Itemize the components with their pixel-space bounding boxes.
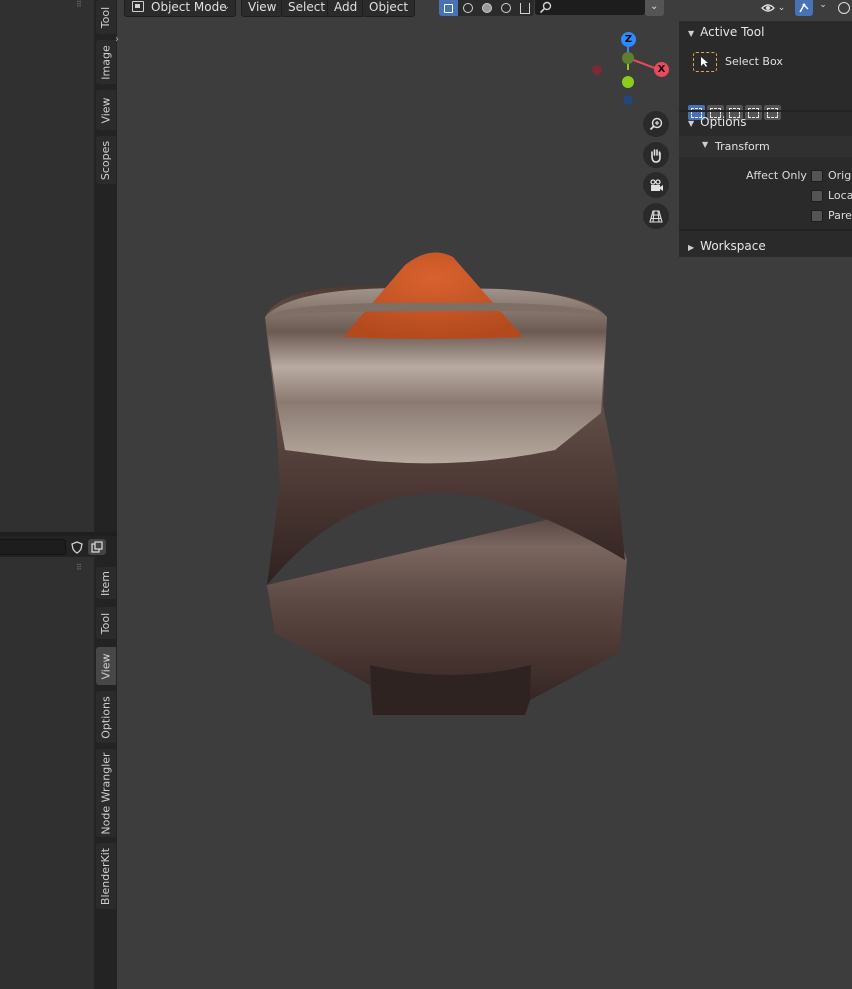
panel-divider	[679, 110, 852, 112]
gizmo-icon	[799, 3, 809, 13]
shading-render-button[interactable]	[515, 0, 534, 16]
left-editor-bottom	[0, 557, 94, 989]
tab-blenderkit[interactable]: BlenderKit	[96, 843, 116, 909]
tab-scopes[interactable]: Scopes	[96, 136, 116, 184]
camera-icon[interactable]	[643, 172, 669, 198]
bucket-icon	[519, 2, 530, 14]
area-grip-icon[interactable]: ⠿	[76, 563, 83, 572]
overlay-icon	[838, 2, 850, 14]
shading-options-button[interactable]: ⌄	[645, 0, 664, 16]
mode-select[interactable]: Object Mode ⌄	[124, 0, 236, 17]
affect-origins-checkbox[interactable]	[811, 170, 823, 182]
zoom-icon[interactable]	[643, 111, 669, 137]
vertex-select-icon	[444, 3, 453, 13]
object-mode-icon	[132, 1, 144, 12]
triangle-down-icon: ▼	[688, 29, 695, 38]
chevron-down-icon: ⌄	[650, 1, 659, 12]
chevron-down-icon[interactable]: ⌄	[815, 0, 831, 16]
pot-model[interactable]	[255, 245, 635, 720]
overlay-button[interactable]	[836, 0, 852, 16]
tab-tool[interactable]: Tool	[96, 0, 116, 34]
affect-only-label: Affect Only	[746, 169, 807, 182]
shading-wireframe-button[interactable]	[458, 0, 477, 16]
grid-perspective-icon[interactable]	[643, 203, 669, 229]
tab-item[interactable]: Item	[96, 567, 116, 599]
panel-active-tool-header[interactable]: ▼ Active Tool	[679, 25, 852, 42]
panel-divider	[679, 229, 852, 231]
sphere-icon	[481, 3, 492, 13]
shading-solid-button[interactable]	[477, 0, 496, 16]
select-box-tool-icon[interactable]	[693, 52, 717, 72]
tab-options[interactable]: Options	[96, 691, 116, 743]
tool-name-label: Select Box	[725, 55, 783, 68]
eye-icon	[760, 4, 775, 12]
sphere-icon	[462, 3, 473, 13]
left-top-sidebar-tabs: Tool Image View Scopes	[94, 0, 117, 532]
sidebar-n-panel: ▼ Active Tool Select Box ▼ Options ▼ Trans…	[679, 21, 852, 257]
menu-object[interactable]: Object	[362, 0, 416, 17]
select-mode-button[interactable]	[439, 0, 458, 16]
menu-select[interactable]: Select	[281, 0, 333, 17]
menu-add[interactable]: Add	[327, 0, 365, 17]
panel-options-header[interactable]: ▼ Options	[679, 115, 852, 132]
search-input[interactable]	[0, 539, 66, 555]
tab-tool[interactable]: Tool	[96, 607, 116, 639]
shield-icon[interactable]	[69, 539, 85, 555]
menu-view[interactable]: View	[241, 0, 284, 17]
tab-node-wrangler[interactable]: Node Wrangler	[96, 749, 116, 837]
triangle-right-icon: ▶	[688, 243, 695, 252]
triangle-down-icon: ▼	[688, 119, 695, 128]
tab-view[interactable]: View	[96, 90, 116, 130]
gizmo-x-axis[interactable]: X	[654, 62, 669, 77]
subpanel-transform-header[interactable]: ▼ Transform	[679, 136, 852, 157]
chevron-down-icon: ⌄	[222, 2, 230, 12]
toolbar-expand-icon[interactable]: ›	[115, 34, 119, 45]
triangle-down-icon: ▼	[702, 140, 709, 149]
affect-locations-checkbox[interactable]	[811, 190, 823, 202]
visibility-dropdown[interactable]: ⌄	[757, 0, 789, 16]
new-collection-icon[interactable]	[88, 539, 106, 555]
shading-material-button[interactable]	[496, 0, 515, 16]
gizmo-toggle-button[interactable]	[795, 0, 813, 16]
panel-workspace-header[interactable]: ▶ Workspace	[679, 239, 852, 256]
search-icon	[539, 1, 552, 14]
hand-pan-icon[interactable]	[643, 142, 669, 168]
viewport-search-input[interactable]	[535, 0, 645, 15]
left-bottom-sidebar-tabs: Item Tool View Options Node Wrangler Ble…	[94, 557, 117, 989]
left-editor-top	[0, 0, 94, 532]
area-grip-icon[interactable]: ⠿	[76, 0, 83, 9]
chevron-down-icon: ⌄	[777, 3, 786, 13]
gizmo-z-axis[interactable]: Z	[621, 32, 636, 47]
tab-view[interactable]: View	[96, 647, 116, 685]
sphere-icon	[500, 3, 511, 13]
tab-image[interactable]: Image	[96, 40, 116, 84]
affect-parents-checkbox[interactable]	[811, 210, 823, 222]
